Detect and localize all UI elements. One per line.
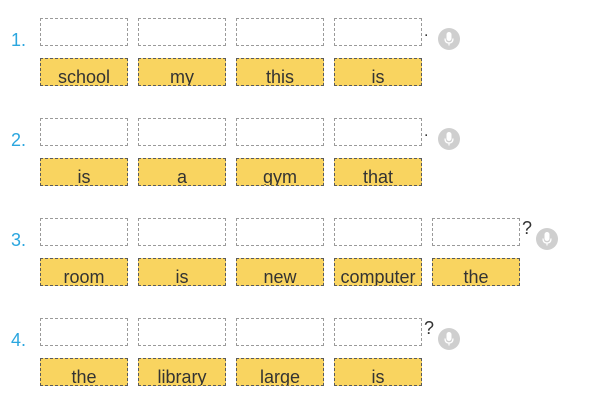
microphone-icon [542, 232, 552, 246]
answer-slot-1[interactable] [40, 18, 128, 46]
answer-slot-4[interactable] [334, 218, 422, 246]
answer-row: . [40, 18, 460, 50]
answer-slot-3[interactable] [236, 318, 324, 346]
word-tile[interactable]: the [432, 258, 520, 286]
exercise-3: 3.? room is new computer the [0, 218, 589, 298]
exercise-number: 2. [11, 130, 27, 150]
word-tile[interactable]: is [334, 58, 422, 86]
answer-slot-3[interactable] [236, 118, 324, 146]
answer-slot-1[interactable] [40, 218, 128, 246]
word-tile[interactable]: room [40, 258, 128, 286]
word-bank: the library large is [40, 358, 432, 386]
answer-slot-1[interactable] [40, 318, 128, 346]
word-tile[interactable]: computer [334, 258, 422, 286]
audio-button[interactable] [438, 28, 460, 50]
answer-slot-4[interactable] [334, 118, 422, 146]
word-bank: room is new computer the [40, 258, 530, 286]
answer-slot-2[interactable] [138, 18, 226, 46]
word-tile[interactable]: school [40, 58, 128, 86]
answer-slot-2[interactable] [138, 118, 226, 146]
sentence-punctuation: . [424, 23, 429, 40]
answer-slot-1[interactable] [40, 118, 128, 146]
exercise-2: 2.. is a gym that [0, 118, 589, 198]
audio-button[interactable] [536, 228, 558, 250]
word-tile[interactable]: my [138, 58, 226, 86]
word-tile[interactable]: library [138, 358, 226, 386]
answer-slot-5[interactable] [432, 218, 520, 246]
answer-row: ? [40, 218, 558, 250]
microphone-icon [444, 132, 454, 146]
word-tile[interactable]: gym [236, 158, 324, 186]
word-tile[interactable]: is [138, 258, 226, 286]
word-tile[interactable]: large [236, 358, 324, 386]
word-tile[interactable]: new [236, 258, 324, 286]
answer-row: ? [40, 318, 460, 350]
word-tile[interactable]: a [138, 158, 226, 186]
exercise-4: 4.? the library large is [0, 318, 589, 398]
sentence-punctuation: ? [424, 318, 435, 338]
microphone-icon [444, 332, 454, 346]
answer-row: . [40, 118, 460, 150]
word-tile[interactable]: that [334, 158, 422, 186]
answer-slot-4[interactable] [334, 318, 422, 346]
exercise-number: 1. [11, 30, 27, 50]
answer-slot-3[interactable] [236, 18, 324, 46]
word-tile[interactable]: is [334, 358, 422, 386]
answer-slot-2[interactable] [138, 318, 226, 346]
audio-button[interactable] [438, 128, 460, 150]
sentence-punctuation: . [424, 123, 429, 140]
audio-button[interactable] [438, 328, 460, 350]
answer-slot-2[interactable] [138, 218, 226, 246]
exercise-number: 4. [11, 330, 27, 350]
word-tile[interactable]: is [40, 158, 128, 186]
word-bank: is a gym that [40, 158, 432, 186]
exercise-number: 3. [11, 230, 27, 250]
sentence-punctuation: ? [522, 218, 533, 238]
answer-slot-4[interactable] [334, 18, 422, 46]
microphone-icon [444, 32, 454, 46]
exercise-1: 1.. school my this is [0, 18, 589, 98]
word-tile[interactable]: the [40, 358, 128, 386]
word-tile[interactable]: this [236, 58, 324, 86]
answer-slot-3[interactable] [236, 218, 324, 246]
word-bank: school my this is [40, 58, 432, 86]
